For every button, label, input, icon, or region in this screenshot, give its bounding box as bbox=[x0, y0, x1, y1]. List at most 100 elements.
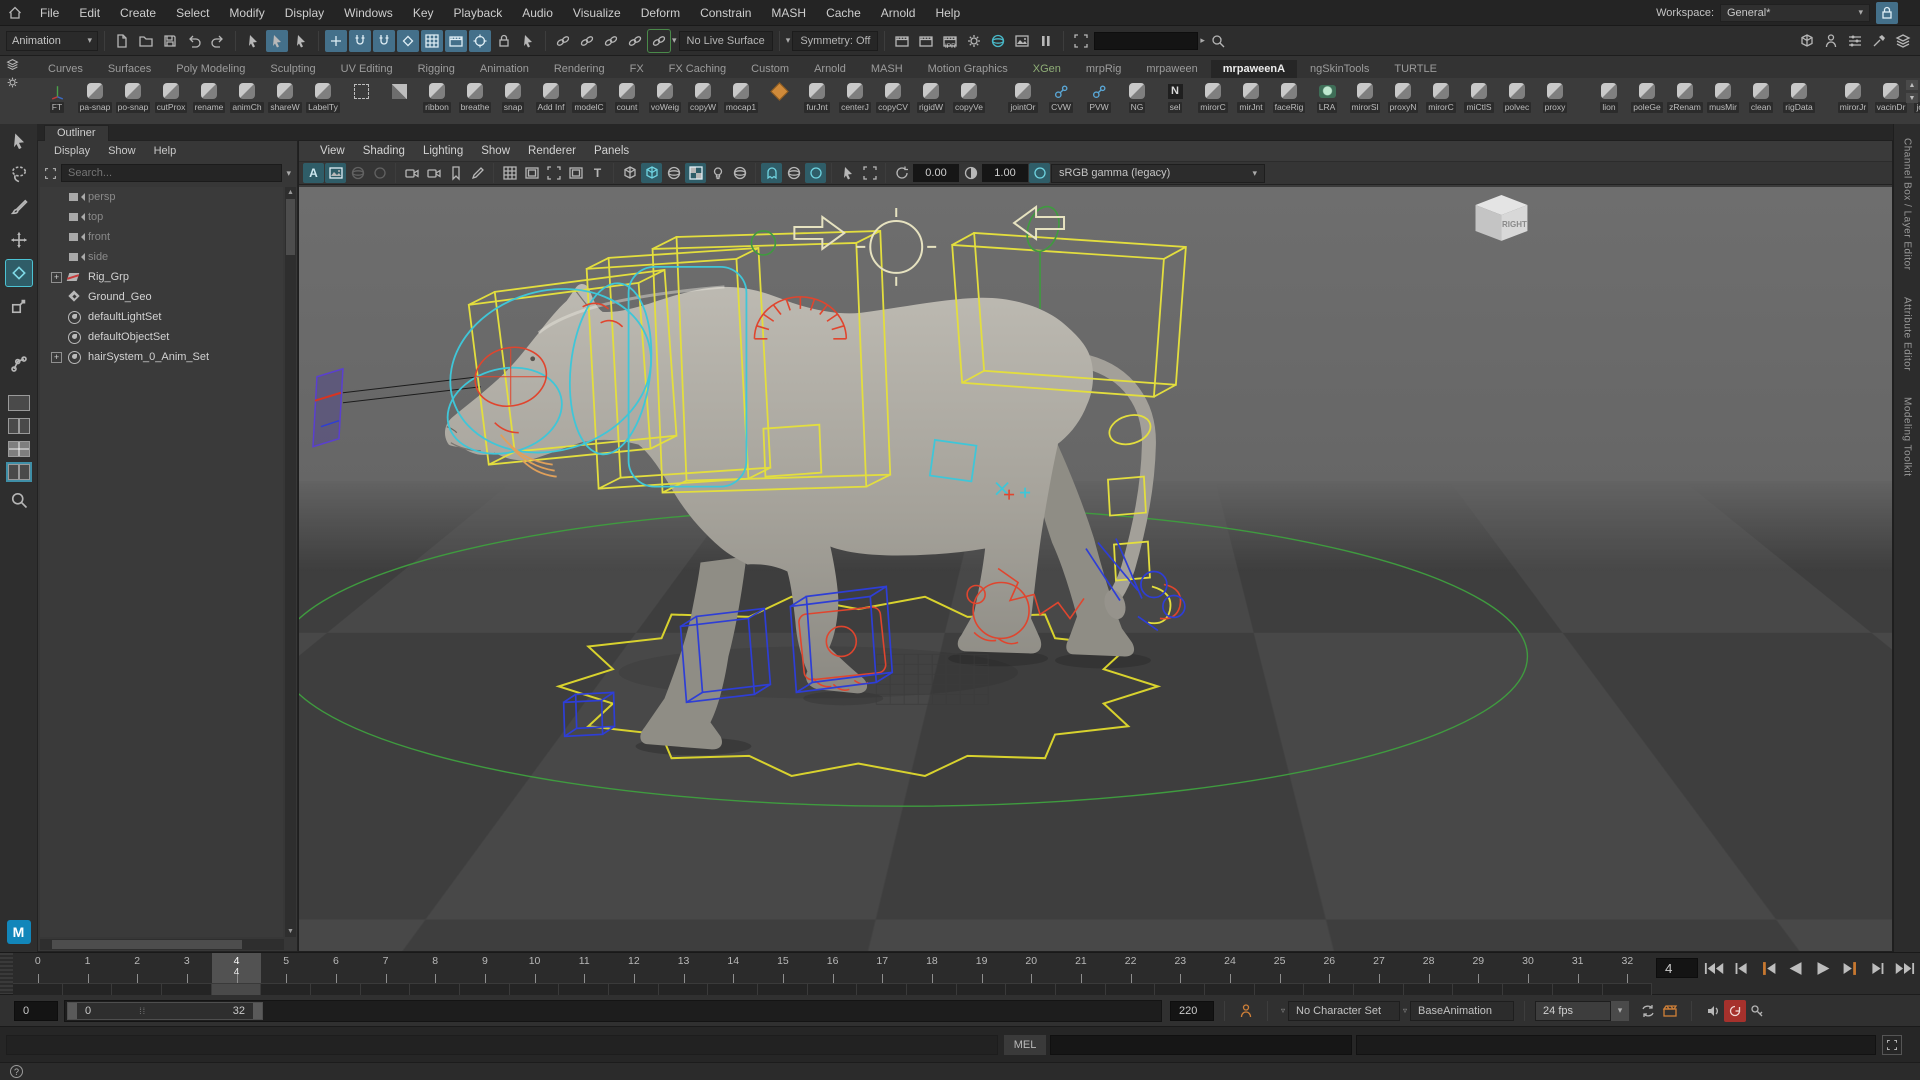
shelf-tool[interactable]: proxy bbox=[1536, 81, 1574, 113]
layout-two-pane-button[interactable] bbox=[8, 418, 30, 434]
shelf-tab[interactable]: ngSkinTools bbox=[1298, 60, 1381, 78]
sidebar-vertical-tab[interactable]: Channel Box / Layer Editor bbox=[1902, 138, 1913, 271]
command-input[interactable] bbox=[1050, 1035, 1352, 1055]
outliner-menu-item[interactable]: Help bbox=[146, 145, 185, 157]
grease-pencil-icon[interactable] bbox=[467, 163, 488, 183]
shelf-scroll-down-icon[interactable]: ▼ bbox=[1906, 93, 1918, 103]
image-plane-icon[interactable] bbox=[325, 163, 346, 183]
ipr-render-button[interactable]: IPR bbox=[939, 30, 961, 52]
menu-item[interactable]: Windows bbox=[334, 6, 403, 20]
construction-history-icon[interactable] bbox=[624, 30, 646, 52]
gamma-field[interactable]: 1.00 bbox=[982, 164, 1028, 182]
shelf-tool[interactable]: poleGe bbox=[1628, 81, 1666, 113]
animation-start-field[interactable]: 0 bbox=[14, 1001, 58, 1021]
shelf-tool[interactable]: ribbon bbox=[418, 81, 456, 113]
timeline-cell[interactable]: 23 bbox=[1155, 983, 1205, 995]
shelf-tool[interactable]: furJnt bbox=[798, 81, 836, 113]
colorspace-select[interactable]: sRGB gamma (legacy) ▾ bbox=[1051, 164, 1265, 183]
menu-item[interactable]: Select bbox=[166, 6, 219, 20]
command-feedback-strip[interactable] bbox=[6, 1035, 998, 1055]
shelf-tab[interactable]: XGen bbox=[1021, 60, 1073, 78]
timeline-cell[interactable]: 22 bbox=[1106, 983, 1156, 995]
timeline-frame[interactable]: 21 bbox=[1056, 953, 1106, 983]
select-hierarchy-button[interactable] bbox=[242, 30, 264, 52]
outliner-item[interactable]: defaultLightSet bbox=[40, 307, 283, 327]
shelf-tool[interactable]: snap bbox=[494, 81, 532, 113]
textured-mode-icon[interactable] bbox=[663, 163, 684, 183]
gamma-icon[interactable] bbox=[960, 163, 981, 183]
scale-tool-icon[interactable] bbox=[6, 293, 32, 319]
shelf-tool[interactable]: Add Inf bbox=[532, 81, 570, 113]
shelf-tool[interactable] bbox=[988, 81, 1004, 101]
shelf-tool[interactable]: proxyN bbox=[1384, 81, 1422, 113]
viewport-menu-item[interactable]: Lighting bbox=[414, 145, 472, 157]
menu-item[interactable]: Help bbox=[925, 6, 970, 20]
timeline-frame[interactable]: 30 bbox=[1503, 953, 1553, 983]
menu-item[interactable]: Audio bbox=[512, 6, 563, 20]
camera-bookmark-icon[interactable] bbox=[445, 163, 466, 183]
shelf-tool[interactable]: vacinDr bbox=[1872, 81, 1910, 113]
shelf-tab[interactable]: TURTLE bbox=[1382, 60, 1449, 78]
timeline-cell[interactable]: 8 bbox=[410, 983, 460, 995]
select-tool-icon[interactable] bbox=[6, 128, 32, 154]
timeline-frame[interactable]: 6 bbox=[311, 953, 361, 983]
maya-logo[interactable]: M bbox=[7, 920, 31, 944]
shelf-tab[interactable]: UV Editing bbox=[329, 60, 405, 78]
outliner-item[interactable]: persp bbox=[40, 187, 283, 207]
shelf-tool[interactable] bbox=[380, 81, 418, 101]
timeline-cell[interactable]: 0 bbox=[13, 983, 63, 995]
viewport-menu-item[interactable]: View bbox=[311, 145, 354, 157]
shelf-tool[interactable] bbox=[1818, 81, 1834, 101]
new-scene-button[interactable] bbox=[111, 30, 133, 52]
shelf-tool[interactable]: voWeig bbox=[646, 81, 684, 113]
range-slider-track[interactable]: 0 ⁞⁞ 32 bbox=[64, 1000, 1162, 1022]
shaded-mode-icon[interactable] bbox=[641, 163, 662, 183]
shelf-tool[interactable]: mirorC bbox=[1422, 81, 1460, 113]
viewport-menu-item[interactable]: Show bbox=[472, 145, 519, 157]
timeline-cell[interactable]: 20 bbox=[1006, 983, 1056, 995]
range-start-handle[interactable] bbox=[68, 1003, 77, 1019]
outliner-item[interactable]: + Rig_Grp bbox=[40, 267, 283, 287]
shelf-tool[interactable]: LRA bbox=[1308, 81, 1346, 113]
shelf-tool[interactable]: pa-snap bbox=[76, 81, 114, 113]
timeline-frame[interactable]: 11 bbox=[559, 953, 609, 983]
chevron-down-icon[interactable]: ▾ bbox=[286, 168, 291, 179]
anim-layer-select[interactable]: BaseAnimation bbox=[1410, 1001, 1514, 1021]
film-gate-icon[interactable] bbox=[521, 163, 542, 183]
render-settings-button[interactable] bbox=[963, 30, 985, 52]
ik-handle-tool-icon[interactable] bbox=[6, 351, 32, 377]
step-back-key-button[interactable] bbox=[1756, 956, 1782, 980]
menu-set-select[interactable]: Animation▾ bbox=[6, 31, 98, 51]
make-live-button[interactable] bbox=[445, 30, 467, 52]
object-details-button[interactable] bbox=[1070, 30, 1092, 52]
xray-mode-icon[interactable] bbox=[761, 163, 782, 183]
menu-item[interactable]: Cache bbox=[816, 6, 871, 20]
shelf-tool[interactable]: centerJ bbox=[836, 81, 874, 113]
animation-end-field[interactable]: 220 bbox=[1170, 1001, 1214, 1021]
timeline-cell[interactable]: 10 bbox=[510, 983, 560, 995]
range-end-handle[interactable] bbox=[253, 1003, 262, 1019]
timeline-frame[interactable]: 20 bbox=[1006, 953, 1056, 983]
timeline-cell[interactable]: 14 bbox=[708, 983, 758, 995]
undo-button[interactable] bbox=[183, 30, 205, 52]
timeline-cell[interactable]: 21 bbox=[1056, 983, 1106, 995]
menu-item[interactable]: MASH bbox=[761, 6, 816, 20]
toggle-tool-settings-icon[interactable] bbox=[1868, 30, 1890, 52]
shelf-tool[interactable]: mirorJr bbox=[1834, 81, 1872, 113]
timeline-frame[interactable]: 44 bbox=[212, 953, 262, 983]
rotate-tool-icon[interactable] bbox=[6, 260, 32, 286]
snap-curve-button[interactable] bbox=[349, 30, 371, 52]
outliner-vscrollbar[interactable]: ▲▼ bbox=[285, 187, 296, 937]
timeline-cell[interactable]: 32 bbox=[1603, 983, 1653, 995]
shelf-tab[interactable]: Rigging bbox=[406, 60, 467, 78]
menu-item[interactable]: Playback bbox=[444, 6, 513, 20]
timeline-frame[interactable]: 3 bbox=[162, 953, 212, 983]
layout-four-pane-button[interactable] bbox=[8, 441, 30, 457]
viewport-menu-item[interactable]: Shading bbox=[354, 145, 414, 157]
shelf-tool[interactable]: modelC bbox=[570, 81, 608, 113]
shelf-tool[interactable]: zRenam bbox=[1666, 81, 1704, 113]
expand-icon[interactable]: + bbox=[51, 272, 62, 283]
timeline-cell[interactable]: 9 bbox=[460, 983, 510, 995]
outliner-menu-item[interactable]: Show bbox=[100, 145, 144, 157]
timeline-cell[interactable]: 16 bbox=[808, 983, 858, 995]
